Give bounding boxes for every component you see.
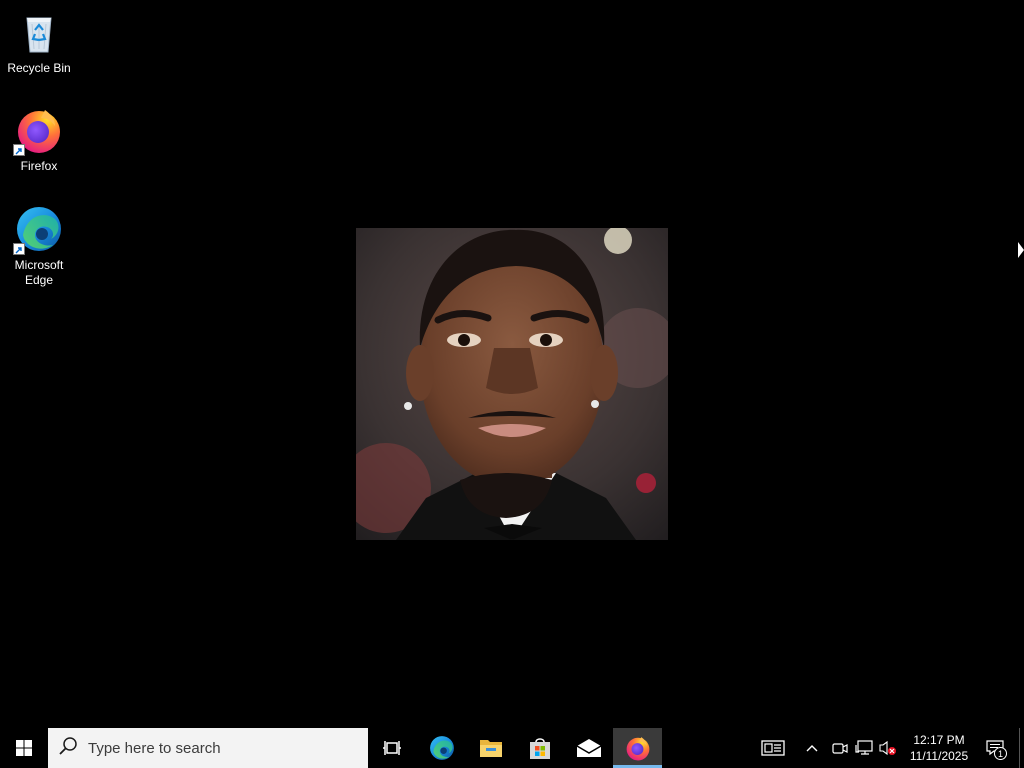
chevron-up-icon (806, 745, 818, 752)
firefox-icon (626, 737, 649, 761)
search-icon (58, 736, 78, 761)
clock-date: 11/11/2025 (909, 749, 969, 763)
desktop-icon-label: Microsoft Edge (14, 258, 64, 287)
windows-logo-icon (16, 740, 32, 756)
taskbar-app-firefox[interactable] (613, 728, 662, 768)
task-view-icon (382, 741, 401, 755)
taskbar-app-file-explorer[interactable] (466, 728, 515, 768)
edge-icon (429, 736, 454, 760)
firefox-icon (13, 106, 63, 156)
show-hidden-icons-button[interactable] (795, 728, 829, 768)
network-icon (855, 740, 873, 755)
search-placeholder: Type here to search (88, 739, 221, 757)
action-center-button[interactable]: 1 (975, 728, 1015, 768)
shortcut-arrow-icon (13, 243, 25, 255)
news-icon (761, 740, 785, 756)
desktop-icon-firefox[interactable]: Firefox (2, 106, 76, 174)
notification-count-badge: 1 (994, 747, 1007, 760)
taskbar-app-edge[interactable] (417, 728, 466, 768)
taskbar-app-store[interactable] (515, 728, 564, 768)
search-box[interactable]: Type here to search (48, 728, 368, 768)
desktop: Recycle Bin Firefox Microsoft Edge (0, 0, 1024, 728)
show-desktop-button[interactable] (1019, 728, 1024, 768)
meet-now-button[interactable] (829, 728, 851, 768)
network-button[interactable] (851, 728, 877, 768)
recycle-bin-icon (15, 8, 63, 56)
shortcut-arrow-icon (13, 144, 25, 156)
mouse-cursor-icon (1018, 242, 1024, 258)
desktop-icon-label: Recycle Bin (7, 61, 71, 75)
volume-button[interactable] (877, 728, 899, 768)
start-button[interactable] (0, 728, 48, 768)
system-tray: 12:17 PM 11/11/2025 1 (751, 728, 1024, 768)
clock[interactable]: 12:17 PM 11/11/2025 (903, 728, 975, 768)
wallpaper-portrait-photo (356, 228, 668, 540)
desktop-icon-label: Firefox (20, 159, 58, 173)
notification-icon: 1 (986, 740, 1007, 760)
folder-icon (479, 740, 502, 757)
desktop-icon-recycle-bin[interactable]: Recycle Bin (2, 8, 76, 76)
volume-muted-icon (879, 740, 896, 756)
mail-icon (576, 739, 601, 757)
taskbar-app-mail[interactable] (564, 728, 613, 768)
taskbar: Type here to search 12:17 PM 11/11/2025 … (0, 728, 1024, 768)
clock-time: 12:17 PM (913, 733, 965, 747)
news-button[interactable] (751, 728, 795, 768)
task-view-button[interactable] (368, 728, 417, 768)
meet-now-icon (832, 743, 848, 754)
store-icon (529, 738, 550, 759)
edge-icon (13, 205, 63, 255)
desktop-icon-edge[interactable]: Microsoft Edge (2, 205, 76, 288)
